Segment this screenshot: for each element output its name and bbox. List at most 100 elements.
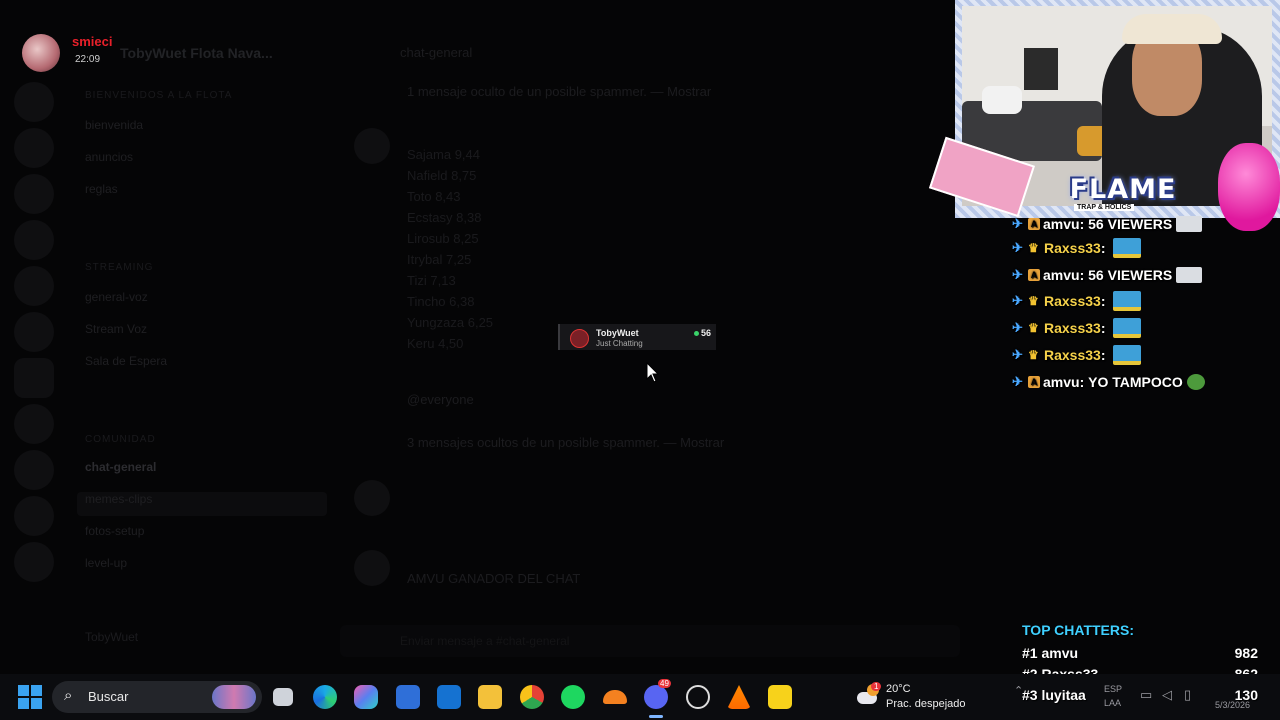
avatar[interactable] bbox=[354, 128, 390, 164]
hover-card-category: Just Chatting bbox=[596, 339, 643, 348]
ranking-row: Keru 4,50 bbox=[407, 336, 464, 351]
ranking-row: Yungzaza 6,25 bbox=[407, 315, 494, 330]
badge-icon: A bbox=[1028, 269, 1040, 281]
server-rail bbox=[0, 70, 70, 630]
channel-item[interactable]: bienvenida bbox=[85, 118, 143, 132]
channel-header: chat-general bbox=[400, 45, 473, 60]
hidden-spam-notice[interactable]: 3 mensajes ocultos de un posible spammer… bbox=[407, 435, 724, 450]
ranking-row: Tizi 7,13 bbox=[407, 273, 456, 288]
server-icon[interactable] bbox=[14, 128, 54, 168]
avatar bbox=[570, 329, 589, 348]
weather-icon[interactable]: 1 bbox=[857, 682, 882, 708]
stream-logo-sub: TRAP & HOLICS bbox=[1074, 204, 1135, 211]
obs-icon[interactable] bbox=[686, 685, 710, 709]
server-icon[interactable] bbox=[14, 496, 54, 536]
channel-item[interactable]: anuncios bbox=[85, 150, 133, 164]
server-icon[interactable] bbox=[14, 174, 54, 214]
live-dot-icon bbox=[694, 331, 699, 336]
channel-item[interactable]: general-voz bbox=[85, 290, 148, 304]
outlook-icon[interactable] bbox=[437, 685, 461, 709]
top-chatter-row: #3 luyitaa 130 bbox=[1022, 687, 1258, 703]
server-icon[interactable] bbox=[14, 450, 54, 490]
frog-emote-icon bbox=[1186, 374, 1205, 390]
server-icon[interactable] bbox=[14, 82, 54, 122]
avatar[interactable] bbox=[354, 480, 390, 516]
channel-item[interactable]: level-up bbox=[85, 556, 127, 570]
active-app-indicator bbox=[649, 715, 663, 718]
chat-line: ✈ A amvu: YO TAMPOCO bbox=[1012, 370, 1205, 394]
tank-emote-icon bbox=[1113, 318, 1142, 338]
avatar[interactable] bbox=[354, 550, 390, 586]
spotify-icon[interactable] bbox=[561, 685, 585, 709]
discord-icon[interactable]: 49 bbox=[644, 679, 671, 709]
pink-figure-sticker bbox=[1218, 143, 1280, 231]
ranking-row: Tincho 6,38 bbox=[407, 294, 475, 309]
server-icon[interactable] bbox=[14, 404, 54, 444]
channel-section[interactable]: STREAMING bbox=[85, 262, 153, 273]
chat-message: AMVU GANADOR DEL CHAT bbox=[407, 571, 581, 586]
sticky-notes-icon[interactable] bbox=[768, 685, 792, 709]
viewer-emote-icon bbox=[1176, 267, 1203, 283]
viewer-emote-icon bbox=[1176, 216, 1203, 232]
channel-item[interactable]: reglas bbox=[85, 182, 118, 196]
ranking-row: Toto 8,43 bbox=[407, 189, 461, 204]
hover-card-name: TobyWuet bbox=[596, 328, 639, 338]
taskbar-search[interactable]: ⌕ Buscar bbox=[52, 681, 262, 713]
message-input[interactable]: Enviar mensaje a #chat-general bbox=[340, 625, 960, 657]
server-icon[interactable] bbox=[14, 542, 54, 582]
weather-temp[interactable]: 20°C bbox=[886, 683, 911, 695]
crown-icon: ♛ bbox=[1028, 241, 1039, 255]
channel-section[interactable]: COMUNIDAD bbox=[85, 434, 156, 445]
self-user[interactable]: TobyWuet bbox=[85, 630, 138, 644]
chat-line: ✈ ♛ Raxss33: bbox=[1012, 343, 1142, 367]
mouse-cursor-icon bbox=[646, 362, 660, 383]
ranking-row: Itrybal 7,25 bbox=[407, 252, 472, 267]
chat-line: ✈ A amvu: 56 VIEWERS bbox=[1012, 212, 1203, 236]
store-icon[interactable] bbox=[396, 685, 420, 709]
pin-icon: ✈ bbox=[1012, 320, 1023, 335]
task-view-icon[interactable] bbox=[273, 688, 293, 706]
top-chatters-title: TOP CHATTERS: bbox=[1022, 622, 1135, 638]
pin-icon: ✈ bbox=[1012, 216, 1023, 231]
vlc-icon[interactable] bbox=[727, 685, 751, 709]
mention[interactable]: @everyone bbox=[407, 392, 474, 407]
badge-icon: A bbox=[1028, 218, 1040, 230]
avatar bbox=[22, 34, 60, 72]
chat-line: ✈ ♛ Raxss33: bbox=[1012, 316, 1142, 340]
edge-icon[interactable] bbox=[313, 685, 337, 709]
hidden-spam-notice[interactable]: 1 mensaje oculto de un posible spammer. … bbox=[407, 84, 711, 99]
message-input-placeholder: Enviar mensaje a #chat-general bbox=[400, 634, 570, 648]
chat-line: ✈ A amvu: 56 VIEWERS bbox=[1012, 263, 1203, 287]
channel-section[interactable]: BIENVENIDOS A LA FLOTA bbox=[85, 90, 232, 101]
server-icon[interactable] bbox=[14, 266, 54, 306]
crown-icon: ♛ bbox=[1028, 321, 1039, 335]
server-icon[interactable] bbox=[14, 358, 54, 398]
chrome-icon[interactable] bbox=[520, 685, 544, 709]
channel-item-active[interactable]: chat-general bbox=[85, 460, 156, 474]
crown-icon: ♛ bbox=[1028, 294, 1039, 308]
channel-item[interactable]: fotos-setup bbox=[85, 524, 144, 538]
channel-item[interactable]: Sala de Espera bbox=[85, 354, 167, 368]
search-label: Buscar bbox=[88, 689, 129, 704]
search-icon: ⌕ bbox=[64, 687, 73, 704]
windows-start-icon[interactable] bbox=[18, 685, 42, 709]
cloud-app-icon[interactable] bbox=[603, 690, 627, 704]
server-icon[interactable] bbox=[14, 312, 54, 352]
file-explorer-icon[interactable] bbox=[478, 685, 502, 709]
overlay-username: smieci bbox=[72, 34, 113, 49]
channel-item[interactable]: memes-clips bbox=[85, 492, 152, 506]
chat-line: ✈ ♛ Raxss33: bbox=[1012, 236, 1142, 260]
server-icon[interactable] bbox=[14, 220, 54, 260]
ranking-row: Ecstasy 8,38 bbox=[407, 210, 482, 225]
stream-hover-card[interactable]: TobyWuet Just Chatting 56 bbox=[558, 324, 716, 350]
crown-icon: ♛ bbox=[1028, 348, 1039, 362]
pin-icon: ✈ bbox=[1012, 267, 1023, 282]
copilot-icon[interactable] bbox=[354, 685, 378, 709]
search-highlight-image bbox=[212, 685, 256, 709]
ranking-row: Lirosub 8,25 bbox=[407, 231, 479, 246]
tank-emote-icon bbox=[1113, 345, 1142, 365]
badge-icon: A bbox=[1028, 376, 1040, 388]
pin-icon: ✈ bbox=[1012, 347, 1023, 362]
weather-desc[interactable]: Prac. despejado bbox=[886, 698, 966, 710]
channel-item[interactable]: Stream Voz bbox=[85, 322, 147, 336]
